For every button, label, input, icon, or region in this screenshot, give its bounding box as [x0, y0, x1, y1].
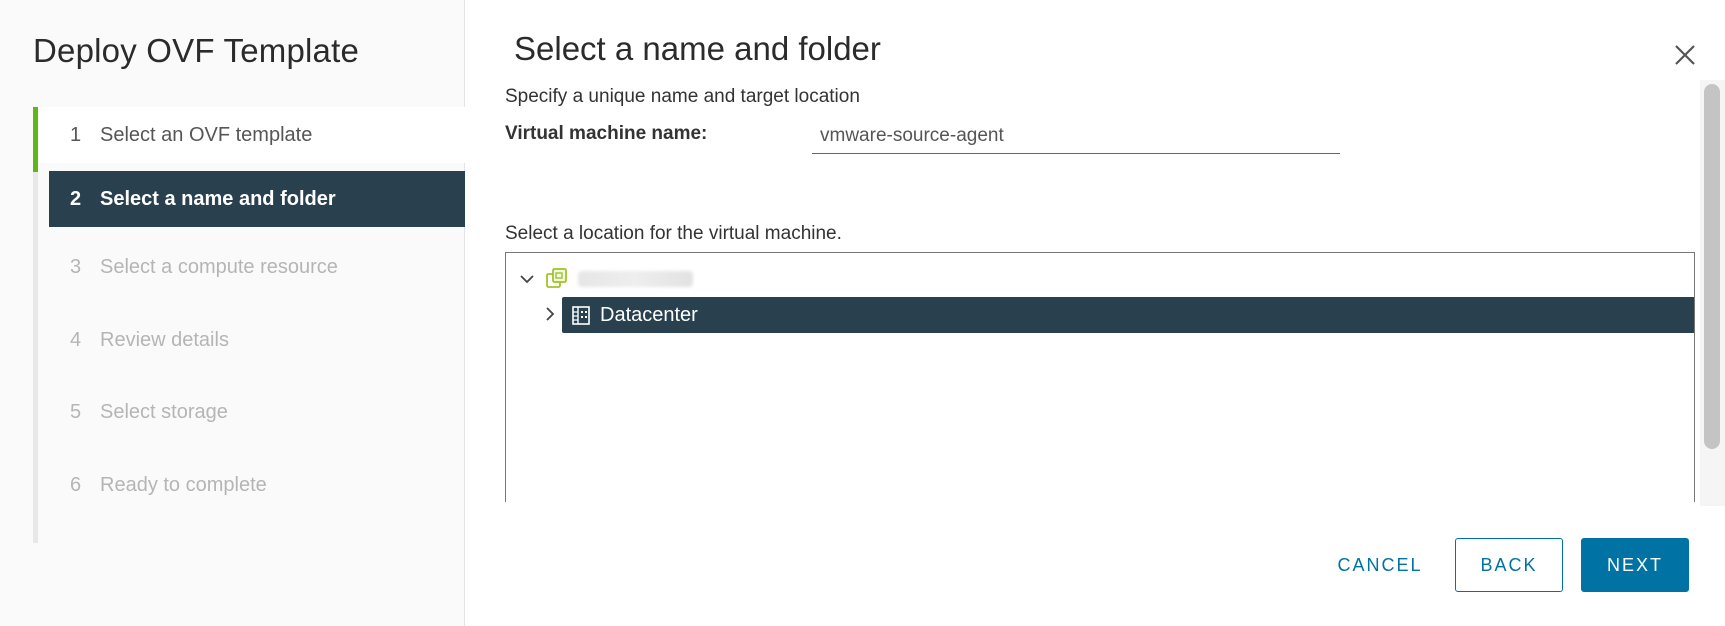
- datacenter-icon: [572, 306, 590, 325]
- vcenter-icon: [546, 268, 567, 288]
- step-number: 3: [70, 255, 82, 278]
- step-select-storage: 5 Select storage: [38, 384, 465, 440]
- step-label: Select an OVF template: [100, 123, 313, 146]
- step-number: 4: [70, 328, 82, 351]
- wizard-sidebar: Deploy OVF Template 1 Select an OVF temp…: [0, 0, 465, 626]
- close-icon: [1675, 45, 1695, 65]
- step-ready-to-complete: 6 Ready to complete: [38, 457, 465, 513]
- chevron-right-icon[interactable]: [539, 303, 561, 325]
- tree-node-vcenter[interactable]: [516, 263, 693, 295]
- redacted-host-name: [578, 271, 693, 287]
- step-select-ovf-template[interactable]: 1 Select an OVF template: [38, 107, 465, 163]
- next-button[interactable]: NEXT: [1581, 538, 1689, 592]
- close-button[interactable]: [1670, 40, 1700, 70]
- back-button[interactable]: BACK: [1455, 538, 1563, 592]
- cancel-button[interactable]: CANCEL: [1325, 538, 1435, 592]
- scrollbar[interactable]: [1700, 80, 1725, 506]
- step-label: Select storage: [100, 400, 228, 423]
- step-select-name-folder[interactable]: 2 Select a name and folder: [49, 171, 465, 227]
- step-label: Select a compute resource: [100, 255, 338, 278]
- step-review-details: 4 Review details: [38, 312, 465, 368]
- step-label: Ready to complete: [100, 473, 267, 496]
- location-tree: Datacenter: [505, 252, 1695, 502]
- wizard-title: Deploy OVF Template: [33, 32, 360, 69]
- location-label: Select a location for the virtual machin…: [505, 223, 842, 244]
- vm-name-label: Virtual machine name:: [505, 123, 708, 144]
- page-title: Select a name and folder: [514, 30, 881, 67]
- scrollbar-thumb[interactable]: [1704, 84, 1720, 449]
- chevron-down-icon[interactable]: [516, 268, 538, 290]
- step-number: 6: [70, 473, 82, 496]
- wizard-steps: 1 Select an OVF template 2 Select a name…: [33, 107, 465, 543]
- step-select-compute-resource: 3 Select a compute resource: [38, 239, 465, 295]
- tree-node-label: Datacenter: [600, 303, 698, 326]
- step-number: 1: [70, 123, 82, 146]
- step-number: 2: [70, 187, 82, 210]
- vm-name-input[interactable]: [812, 118, 1340, 154]
- step-label: Review details: [100, 328, 229, 351]
- tree-node-datacenter[interactable]: Datacenter: [562, 297, 1694, 333]
- page-subtitle: Specify a unique name and target locatio…: [505, 86, 860, 107]
- step-label: Select a name and folder: [100, 187, 336, 210]
- step-number: 5: [70, 400, 82, 423]
